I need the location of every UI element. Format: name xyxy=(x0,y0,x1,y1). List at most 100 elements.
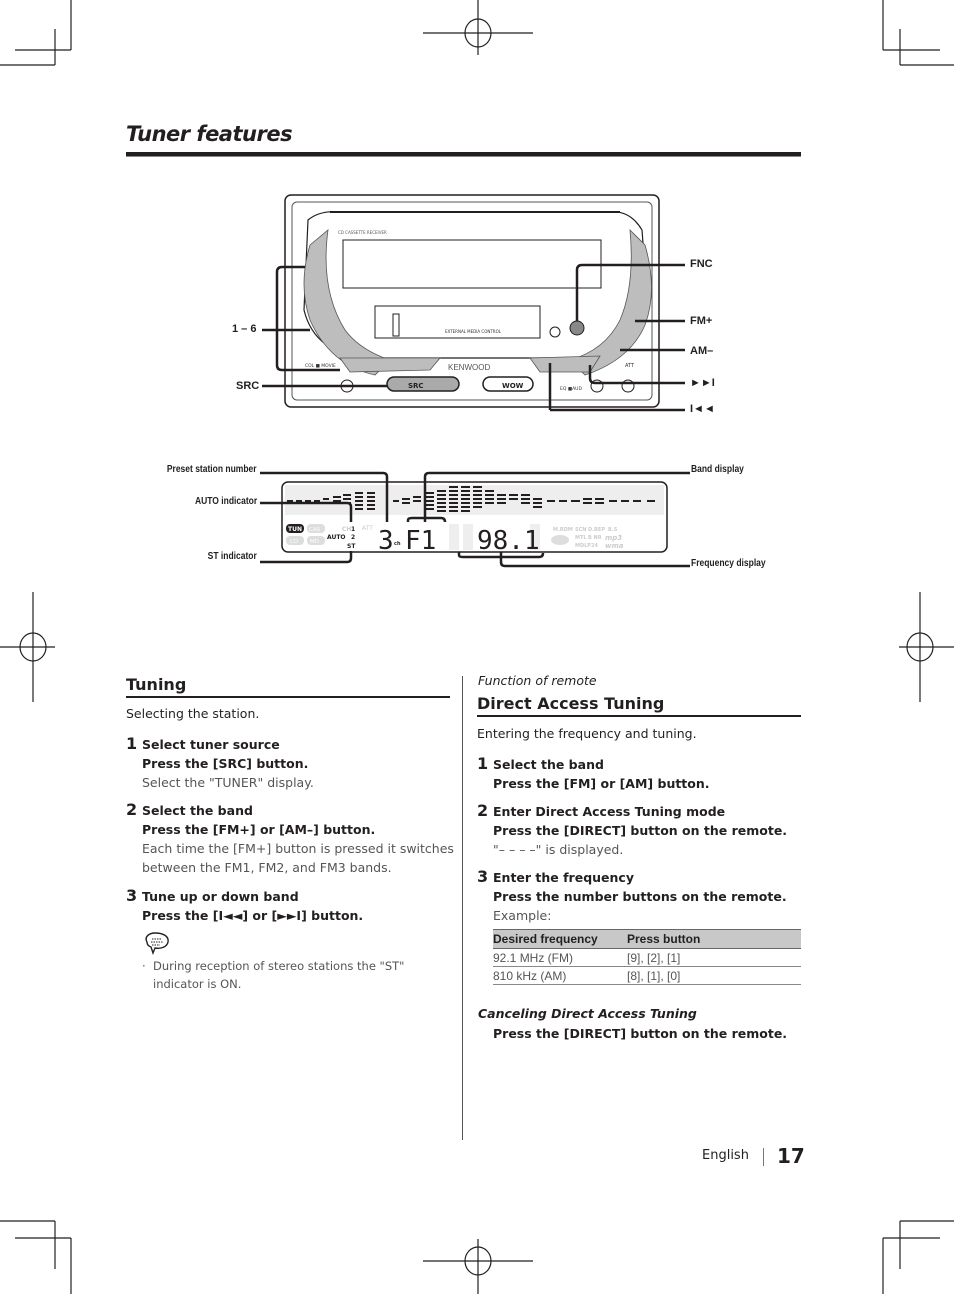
step-note: Example: xyxy=(493,908,552,923)
table-cell: [8], [1], [0] xyxy=(627,966,801,985)
column-divider xyxy=(462,676,463,1140)
step-number: 2 xyxy=(126,800,138,819)
svg-text:B.S: B.S xyxy=(608,527,618,533)
step-action: Press the number buttons on the remote. xyxy=(493,889,787,904)
svg-text:ATT: ATT xyxy=(625,363,635,369)
callout-frequency-display: Frequency display xyxy=(691,558,766,569)
display-window xyxy=(342,239,602,289)
tuning-step-2: 2 Select the band Press the [FM+] or [AM… xyxy=(126,800,456,877)
direct-access-heading: Direct Access Tuning xyxy=(477,694,665,713)
table-cell: 92.1 MHz (FM) xyxy=(493,948,627,967)
table-header-row: Desired frequency Press button xyxy=(493,929,801,949)
callout-auto-indicator: AUTO indicator xyxy=(194,496,257,507)
tuning-intro: Selecting the station. xyxy=(126,706,260,721)
title-rule xyxy=(126,152,801,157)
tuning-step-1: 1 Select tuner source Press the [SRC] bu… xyxy=(126,734,456,792)
note-text: During reception of stereo stations the … xyxy=(153,959,405,991)
step-action: Press the [FM] or [AM] button. xyxy=(493,776,710,791)
direct-step-2: 2 Enter Direct Access Tuning mode Press … xyxy=(477,801,807,859)
step-number: 3 xyxy=(477,867,489,886)
svg-text:COL ■ MOVIE: COL ■ MOVIE xyxy=(305,363,336,369)
callout-am-minus: AM– xyxy=(690,345,714,357)
step-note: Each time the [FM+] button is pressed it… xyxy=(142,841,454,875)
play-pause-button xyxy=(569,320,585,336)
tuning-heading: Tuning xyxy=(126,675,187,694)
svg-text:MDLP: MDLP xyxy=(575,543,591,549)
page-number: 17 xyxy=(777,1144,805,1168)
band-display: F1 xyxy=(405,526,436,556)
tuning-step-3: 3 Tune up or down band Press the [I◄◄] o… xyxy=(126,886,456,925)
direct-access-intro: Entering the frequency and tuning. xyxy=(477,726,697,741)
svg-text:wma: wma xyxy=(605,542,624,550)
tuning-note: · During reception of stereo stations th… xyxy=(142,957,447,993)
svg-text:1: 1 xyxy=(351,526,355,533)
direct-step-1: 1 Select the band Press the [FM] or [AM]… xyxy=(477,754,807,793)
step-note: "– – – –" is displayed. xyxy=(493,842,624,857)
step-action: Press the [I◄◄] or [►►I] button. xyxy=(142,908,364,923)
svg-text:CAS: CAS xyxy=(309,527,321,533)
step-title: Select tuner source xyxy=(142,737,280,752)
table-header: Press button xyxy=(627,929,801,949)
model-text: CD CASSETTE RECEIVER xyxy=(338,230,387,235)
callout-prev-track: I◄◄ xyxy=(690,403,715,415)
remote-function-label: Function of remote xyxy=(478,673,597,688)
svg-text:CD: CD xyxy=(290,539,298,545)
callout-band-display: Band display xyxy=(691,464,744,475)
preset-number: 3 xyxy=(378,526,394,556)
step-number: 2 xyxy=(477,801,489,820)
step-title: Enter Direct Access Tuning mode xyxy=(493,804,726,819)
frequency-display: 98.1 xyxy=(477,526,540,556)
svg-text:EQ ■AUD: EQ ■AUD xyxy=(560,386,582,392)
step-number: 1 xyxy=(126,734,138,753)
st-indicator: ST xyxy=(347,543,356,550)
step-note: Select the "TUNER" display. xyxy=(142,775,314,790)
step-title: Tune up or down band xyxy=(142,889,299,904)
svg-text:MTL: MTL xyxy=(575,535,587,541)
svg-text:2: 2 xyxy=(351,534,355,541)
table-row: 92.1 MHz (FM) [9], [2], [1] xyxy=(493,948,801,967)
step-title: Select the band xyxy=(493,757,604,772)
svg-text:WOW: WOW xyxy=(502,382,524,390)
step-title: Enter the frequency xyxy=(493,870,634,885)
svg-text:MD: MD xyxy=(310,539,319,545)
page-title: Tuner features xyxy=(126,122,293,146)
table-cell: 810 kHz (AM) xyxy=(493,966,627,985)
table-cell: [9], [2], [1] xyxy=(627,948,801,967)
auto-indicator: AUTO xyxy=(327,534,346,541)
svg-text:SRC: SRC xyxy=(408,382,424,390)
svg-text:24: 24 xyxy=(591,543,598,549)
callout-st-indicator: ST indicator xyxy=(207,551,257,562)
step-number: 1 xyxy=(477,754,489,773)
step-title: Select the band xyxy=(142,803,253,818)
faceplate-diagram: CD CASSETTE RECEIVER EXTERNAL MEDIA CONT… xyxy=(262,194,685,412)
svg-text:B NR: B NR xyxy=(588,535,602,541)
direct-access-rule xyxy=(477,715,801,717)
callout-next-track: ►►I xyxy=(690,377,715,389)
footer-language: English xyxy=(702,1148,749,1163)
footer-divider xyxy=(763,1148,764,1166)
eject-button xyxy=(549,326,561,338)
cancel-heading: Canceling Direct Access Tuning xyxy=(478,1006,697,1021)
table-header: Desired frequency xyxy=(493,929,627,949)
brand-logo: KENWOOD xyxy=(448,363,490,372)
callout-preset-station-number: Preset station number xyxy=(167,464,257,475)
note-bubble-icon xyxy=(145,932,169,955)
direct-step-3: 3 Enter the frequency Press the number b… xyxy=(477,867,807,925)
svg-text:SCN: SCN xyxy=(575,527,586,533)
svg-text:D.REP: D.REP xyxy=(588,527,605,533)
step-number: 3 xyxy=(126,886,138,905)
svg-text:TUN: TUN xyxy=(288,526,302,533)
step-action: Press the [SRC] button. xyxy=(142,756,309,771)
callout-src: SRC xyxy=(236,380,260,392)
svg-text:M.RDM: M.RDM xyxy=(553,527,573,533)
table-row: 810 kHz (AM) [8], [1], [0] xyxy=(493,966,801,985)
step-action: Press the [FM+] or [AM–] button. xyxy=(142,822,376,837)
external-text: EXTERNAL MEDIA CONTROL xyxy=(445,329,502,334)
tuning-rule xyxy=(126,696,450,698)
display-diagram: TUN CAS CD MD CH 1 AUTO 2 ST ATT 3 ch F1… xyxy=(260,471,690,568)
cancel-action: Press the [DIRECT] button on the remote. xyxy=(493,1026,788,1041)
bullet-dot: · xyxy=(142,959,146,973)
step-action: Press the [DIRECT] button on the remote. xyxy=(493,823,788,838)
svg-text:ch: ch xyxy=(394,541,401,547)
callout-fm-plus: FM+ xyxy=(690,315,713,327)
